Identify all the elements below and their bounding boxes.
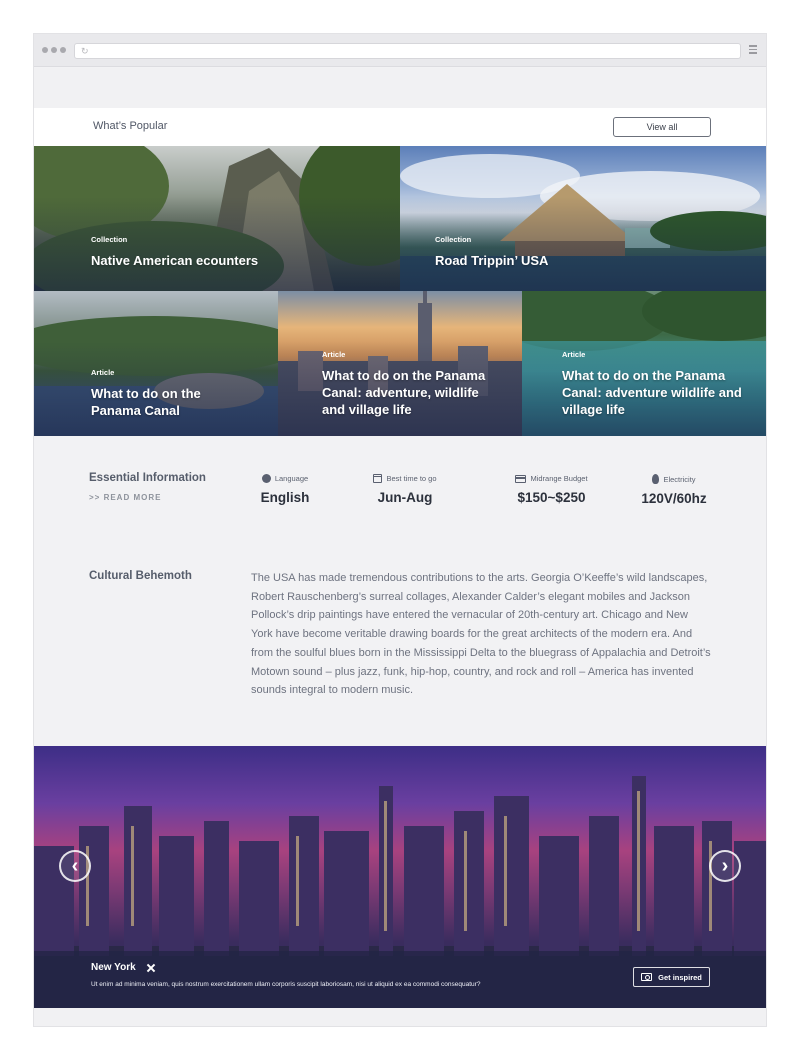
globe-icon xyxy=(261,474,271,483)
window-controls[interactable] xyxy=(42,47,66,53)
info-label: Best time to go xyxy=(386,474,437,483)
hero-carousel: ‹ › New York Ut enim ad minima veniam, q… xyxy=(34,746,766,1008)
section-title-popular: What’s Popular xyxy=(93,120,168,132)
info-electricity: Electricity 120V/60hz xyxy=(634,474,714,506)
page-footer-spacer xyxy=(34,1008,766,1026)
read-more-link[interactable]: >> READ MORE xyxy=(89,493,161,502)
info-budget: Midrange Budget $150~$250 xyxy=(504,474,599,505)
browser-window: ↻ What’s Popular View all Collection Nat… xyxy=(34,34,766,1026)
tile-kind: Article xyxy=(322,350,346,359)
get-inspired-label: Get inspired xyxy=(658,972,702,982)
carousel-next-button[interactable]: › xyxy=(709,850,741,882)
tile-panama-canal-1[interactable]: Article What to do on the Panama Canal xyxy=(34,291,278,436)
info-label: Midrange Budget xyxy=(530,474,588,483)
tile-panama-canal-2[interactable]: Article What to do on the Panama Canal: … xyxy=(278,291,522,436)
reload-icon[interactable]: ↻ xyxy=(81,46,89,56)
info-value: 120V/60hz xyxy=(641,491,707,506)
tile-title: Native American ecounters xyxy=(91,253,259,268)
tile-title: Road Trippin’ USA xyxy=(435,253,549,268)
tile-native-american[interactable]: Collection Native American ecounters xyxy=(34,146,400,291)
tile-kind: Collection xyxy=(435,235,472,244)
essential-info-title: Essential Information xyxy=(89,472,206,484)
info-value: English xyxy=(260,490,310,505)
credit-card-icon xyxy=(515,474,527,483)
tile-title: What to do on the Panama Canal: adventur… xyxy=(562,368,742,417)
cultural-title: Cultural Behemoth xyxy=(89,570,192,582)
hero-caption: Ut enim ad minima veniam, quis nostrum e… xyxy=(91,981,481,988)
view-all-button[interactable]: View all xyxy=(613,117,711,137)
tile-title: What to do on the Panama Canal: adventur… xyxy=(322,368,486,417)
tile-kind: Article xyxy=(91,368,115,377)
carousel-prev-button[interactable]: ‹ xyxy=(59,850,91,882)
cultural-body: The USA has made tremendous contribution… xyxy=(251,572,711,697)
hero-title: New York xyxy=(91,962,136,973)
tile-kind: Article xyxy=(562,350,586,359)
hero-location: New York xyxy=(91,962,156,973)
calendar-icon xyxy=(373,474,383,483)
address-bar[interactable]: ↻ xyxy=(74,43,741,59)
tile-title: What to do on the Panama Canal xyxy=(91,386,201,418)
header-spacer xyxy=(34,68,766,108)
get-inspired-button[interactable]: Get inspired xyxy=(633,967,710,987)
info-language: Language English xyxy=(245,474,325,505)
info-label: Electricity xyxy=(663,474,696,484)
info-value: $150~$250 xyxy=(517,490,586,505)
camera-icon xyxy=(641,973,653,981)
info-best-time: Best time to go Jun-Aug xyxy=(360,474,450,505)
tile-panama-canal-3[interactable]: Article What to do on the Panama Canal: … xyxy=(522,291,766,436)
tile-kind: Collection xyxy=(91,235,128,244)
info-label: Language xyxy=(274,474,309,483)
browser-toolbar: ↻ xyxy=(34,34,766,67)
expand-icon[interactable] xyxy=(146,963,156,973)
tile-road-trippin[interactable]: Collection Road Trippin’ USA xyxy=(400,146,766,291)
popular-header: What’s Popular View all xyxy=(34,108,766,146)
lightbulb-icon xyxy=(652,474,660,484)
hamburger-menu-icon[interactable] xyxy=(749,45,757,54)
info-value: Jun-Aug xyxy=(377,490,433,505)
